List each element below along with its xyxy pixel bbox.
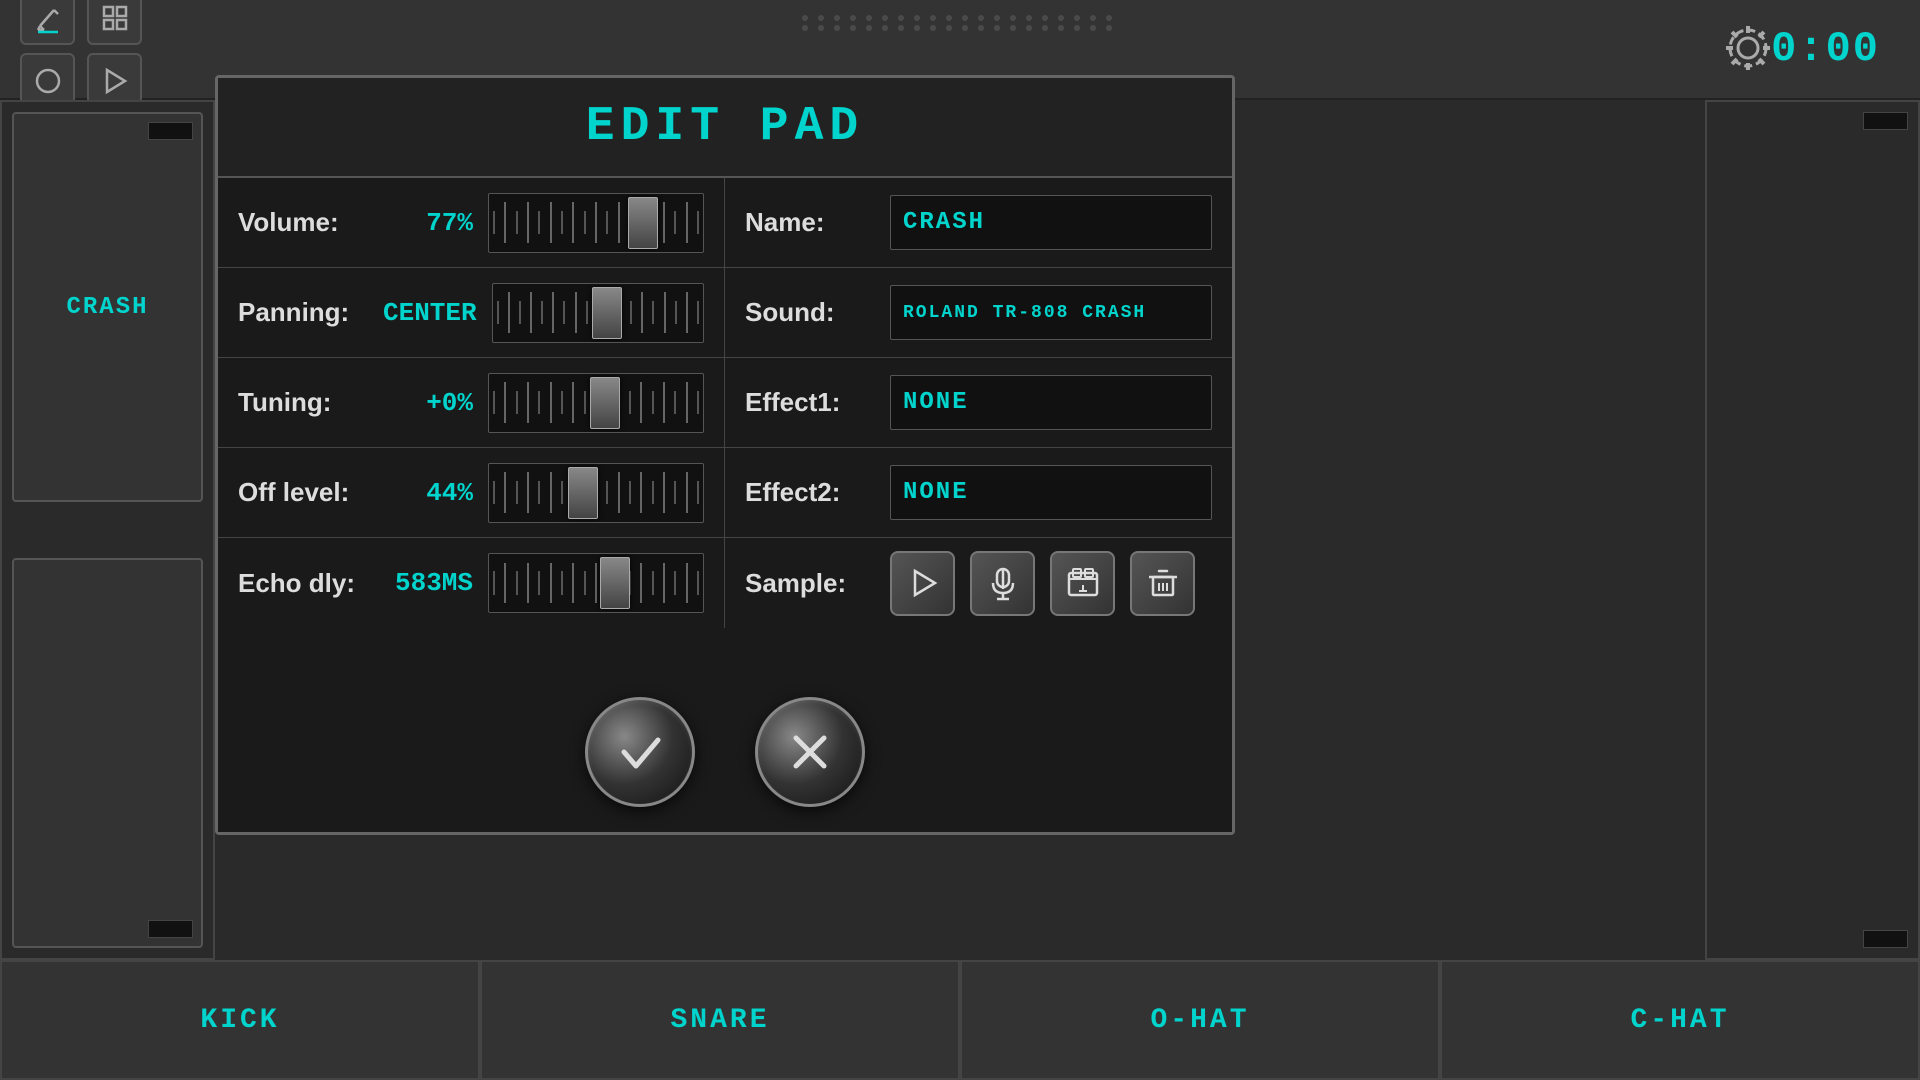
empty-pad [12, 558, 203, 948]
cancel-button[interactable] [755, 697, 865, 807]
panning-slider[interactable] [492, 283, 704, 343]
offlevel-slider[interactable] [488, 463, 704, 523]
sample-play-button[interactable] [890, 551, 955, 616]
snare-label: SNARE [670, 1005, 769, 1036]
effect2-value: NONE [903, 479, 969, 506]
panning-left: Panning: CENTER [218, 268, 725, 357]
slider-ticks [489, 194, 703, 252]
offlevel-handle[interactable] [568, 467, 598, 519]
volume-handle[interactable] [628, 197, 658, 249]
panning-label: Panning: [238, 297, 368, 328]
sample-label: Sample: [745, 568, 875, 599]
volume-label: Volume: [238, 207, 368, 238]
echodly-handle[interactable] [600, 557, 630, 609]
tuning-value: +0% [383, 388, 473, 418]
effect2-right: Effect2: NONE [725, 448, 1232, 537]
kick-pad[interactable]: KICK [0, 960, 480, 1080]
sample-record-button[interactable] [970, 551, 1035, 616]
echodly-slider[interactable] [488, 553, 704, 613]
effect1-label: Effect1: [745, 387, 875, 418]
echodly-row: Echo dly: 583MS Sample: [218, 538, 1232, 628]
crash-pad-label: CRASH [66, 294, 148, 321]
edit-pad-dialog: EDIT PAD Volume: 77% [215, 75, 1235, 835]
name-value: CRASH [903, 209, 985, 236]
panning-row: Panning: CENTER Sound: ROLAND TR-80 [218, 268, 1232, 358]
pad-indicator-bottom [148, 920, 193, 938]
offlevel-left: Off level: 44% [218, 448, 725, 537]
volume-value: 77% [383, 208, 473, 238]
sound-field[interactable]: ROLAND TR-808 CRASH [890, 285, 1212, 340]
ohat-pad[interactable]: O-HAT [960, 960, 1440, 1080]
effect2-label: Effect2: [745, 477, 875, 508]
ohat-label: O-HAT [1150, 1005, 1249, 1036]
right-indicator-top [1863, 112, 1908, 130]
name-field[interactable]: CRASH [890, 195, 1212, 250]
bottom-pads: KICK SNARE O-HAT C-HAT [0, 960, 1920, 1080]
tuning-slider[interactable] [488, 373, 704, 433]
echodly-left: Echo dly: 583MS [218, 538, 725, 628]
slider-ticks-5 [489, 554, 703, 612]
sample-load-button[interactable] [1050, 551, 1115, 616]
left-pad-area: CRASH [0, 100, 215, 960]
pad-indicator-top [148, 122, 193, 140]
offlevel-row: Off level: 44% Effect2: NONE [218, 448, 1232, 538]
dialog-header: EDIT PAD [218, 78, 1232, 178]
crash-pad[interactable]: CRASH [12, 112, 203, 502]
kick-label: KICK [200, 1005, 279, 1036]
dots-decoration [802, 15, 1118, 31]
effect1-right: Effect1: NONE [725, 358, 1232, 447]
tuning-label: Tuning: [238, 387, 368, 418]
effect1-value: NONE [903, 389, 969, 416]
panning-handle[interactable] [592, 287, 622, 339]
sound-label: Sound: [745, 297, 875, 328]
echodly-value: 583MS [383, 568, 473, 598]
echodly-label: Echo dly: [238, 568, 368, 599]
confirm-button[interactable] [585, 697, 695, 807]
chat-label: C-HAT [1630, 1005, 1729, 1036]
right-indicator-bottom [1863, 930, 1908, 948]
sample-right: Sample: [725, 538, 1232, 628]
toolbar [20, 0, 142, 108]
sound-value: ROLAND TR-808 CRASH [903, 303, 1146, 323]
panning-value: CENTER [383, 298, 477, 328]
volume-left: Volume: 77% [218, 178, 725, 267]
snare-pad[interactable]: SNARE [480, 960, 960, 1080]
volume-row: Volume: 77% Name: CRASH [218, 178, 1232, 268]
sound-right: Sound: ROLAND TR-808 CRASH [725, 268, 1232, 357]
tuning-left: Tuning: +0% [218, 358, 725, 447]
volume-slider[interactable] [488, 193, 704, 253]
dialog-body: Volume: 77% Name: CRASH [218, 178, 1232, 672]
timer-display: 0:00 [1771, 25, 1880, 73]
tuning-row: Tuning: +0% Effect1: NONE [218, 358, 1232, 448]
offlevel-label: Off level: [238, 477, 368, 508]
chat-pad[interactable]: C-HAT [1440, 960, 1920, 1080]
dialog-footer [218, 672, 1232, 832]
effect2-field[interactable]: NONE [890, 465, 1212, 520]
tuning-handle[interactable] [590, 377, 620, 429]
name-right: Name: CRASH [725, 178, 1232, 267]
sample-delete-button[interactable] [1130, 551, 1195, 616]
grid-button[interactable] [87, 0, 142, 45]
dialog-title: EDIT PAD [586, 100, 864, 154]
pencil-button[interactable] [20, 0, 75, 45]
name-label: Name: [745, 207, 875, 238]
right-pad-area [1705, 100, 1920, 960]
effect1-field[interactable]: NONE [890, 375, 1212, 430]
offlevel-value: 44% [383, 478, 473, 508]
